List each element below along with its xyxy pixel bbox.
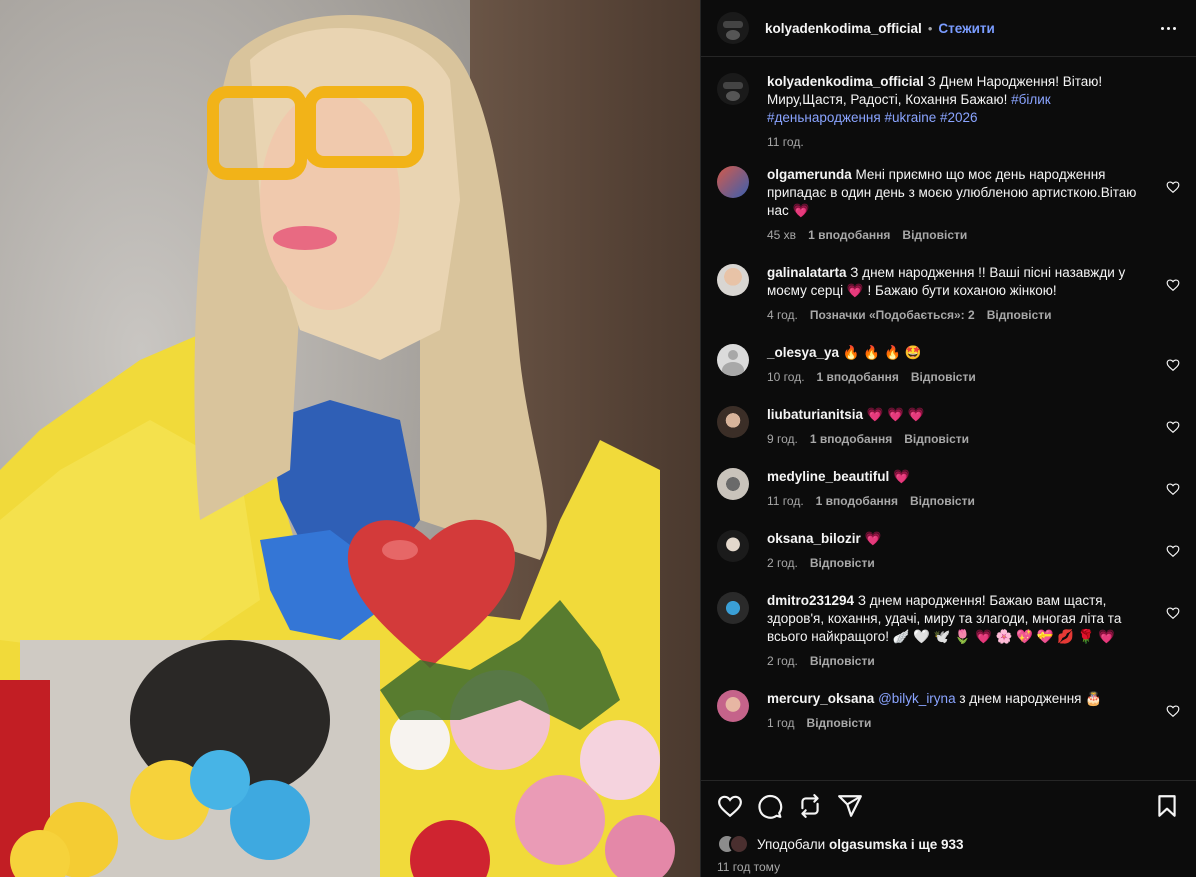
bookmark-icon[interactable]	[1154, 793, 1180, 819]
comment-likes[interactable]: 1 вподобання	[816, 494, 898, 508]
comments-list[interactable]: kolyadenkodima_official З Днем Народженн…	[701, 57, 1196, 780]
comment-item: olgamerunda Мені приємно що моє день нар…	[717, 166, 1180, 242]
comment-item: liubaturianitsia 💗 💗 💗 9 год. 1 вподобан…	[717, 406, 1180, 446]
comment-time: 2 год.	[767, 654, 798, 668]
repost-icon[interactable]	[797, 793, 823, 819]
caption-meta: 11 год.	[767, 135, 1120, 149]
send-icon[interactable]	[837, 793, 863, 819]
comment-time: 2 год.	[767, 556, 798, 570]
comment-like-icon[interactable]	[1166, 420, 1180, 434]
comment-mention[interactable]: @bilyk_iryna	[878, 691, 955, 706]
comment-emoji: 💗	[864, 531, 882, 546]
comment-username[interactable]: oksana_bilozir	[767, 531, 861, 546]
comment-likes[interactable]: 1 вподобання	[810, 432, 892, 446]
reply-button[interactable]: Відповісти	[904, 432, 969, 446]
comment-like-icon[interactable]	[1166, 704, 1180, 718]
post-viewer: kolyadenkodima_official • Стежити kolyad…	[0, 0, 1196, 877]
heart-icon[interactable]	[717, 793, 743, 819]
comment-time: 10 год.	[767, 370, 805, 384]
commenter-avatar[interactable]	[717, 468, 749, 500]
comment-icon[interactable]	[757, 793, 783, 819]
photo-illustration	[0, 15, 675, 877]
comment-like-icon[interactable]	[1166, 358, 1180, 372]
caption-text: kolyadenkodima_official З Днем Народженн…	[767, 73, 1120, 127]
comment-text-after: ! Бажаю бути коханою жінкою!	[867, 283, 1057, 298]
likes-summary[interactable]: Уподобали olgasumska і ще 933	[717, 834, 1180, 854]
comment-time: 9 год.	[767, 432, 798, 446]
comment-emoji: 🎂	[1085, 691, 1103, 706]
reply-button[interactable]: Відповісти	[807, 716, 872, 730]
comment-username[interactable]: mercury_oksana	[767, 691, 874, 706]
reply-button[interactable]: Відповісти	[810, 556, 875, 570]
comment-likes[interactable]: 1 вподобання	[808, 228, 890, 242]
comment-likes[interactable]: Позначки «Подобається»: 2	[810, 308, 975, 322]
reply-button[interactable]: Відповісти	[911, 370, 976, 384]
comment-username[interactable]: galinalatarta	[767, 265, 847, 280]
reply-button[interactable]: Відповісти	[987, 308, 1052, 322]
comment-emoji: 💗	[846, 283, 864, 298]
comment-emoji: 💗	[792, 203, 810, 218]
commenter-avatar[interactable]	[717, 530, 749, 562]
comment-username[interactable]: liubaturianitsia	[767, 407, 863, 422]
comment-emoji: 💗 💗 💗	[866, 407, 925, 422]
commenter-avatar[interactable]	[717, 264, 749, 296]
likes-count[interactable]: і ще 933	[911, 837, 964, 852]
post-photo[interactable]	[0, 0, 700, 877]
liker-username[interactable]: olgasumska	[829, 837, 907, 852]
reply-button[interactable]: Відповісти	[902, 228, 967, 242]
comment-time: 4 год.	[767, 308, 798, 322]
author-avatar[interactable]	[717, 12, 749, 44]
reply-button[interactable]: Відповісти	[910, 494, 975, 508]
comment-item: mercury_oksana @bilyk_iryna з днем народ…	[717, 690, 1180, 730]
comment-like-icon[interactable]	[1166, 482, 1180, 496]
post-time: 11 год тому	[717, 860, 781, 874]
comment-text: з днем народження	[959, 691, 1082, 706]
reply-button[interactable]: Відповісти	[810, 654, 875, 668]
comment-emoji: 💗	[893, 469, 910, 484]
post-panel: kolyadenkodima_official • Стежити kolyad…	[700, 0, 1196, 877]
more-icon[interactable]	[1156, 16, 1180, 40]
comment-likes[interactable]: 1 вподобання	[817, 370, 899, 384]
action-bar	[717, 793, 1180, 819]
comment-time: 1 год	[767, 716, 795, 730]
commenter-avatar[interactable]	[717, 592, 749, 624]
separator-dot: •	[927, 20, 933, 36]
comment-like-icon[interactable]	[1166, 606, 1180, 620]
comment-like-icon[interactable]	[1166, 278, 1180, 292]
comment-emoji: 🪽 🤍 🕊️ 🌷 💗 🌸 💖 💝 💋 🌹 💗	[892, 629, 1116, 644]
comment-item: dmitro231294 З днем народження! Бажаю ва…	[717, 592, 1180, 668]
comment-username[interactable]: dmitro231294	[767, 593, 854, 608]
comment-item: medyline_beautiful 💗 11 год. 1 вподобанн…	[717, 468, 1180, 508]
follow-button[interactable]: Стежити	[938, 21, 994, 36]
post-header: kolyadenkodima_official • Стежити	[701, 0, 1196, 57]
default-avatar-icon[interactable]	[717, 344, 749, 376]
comment-username[interactable]: _olesya_ya	[767, 345, 839, 360]
comment-like-icon[interactable]	[1166, 544, 1180, 558]
likes-prefix: Уподобали	[757, 836, 826, 852]
comment-item: galinalatarta З днем народження !! Ваші …	[717, 264, 1180, 322]
caption-username[interactable]: kolyadenkodima_official	[767, 74, 924, 89]
comment-item: oksana_bilozir 💗 2 год. Відповісти	[717, 530, 1180, 570]
commenter-avatar[interactable]	[717, 166, 749, 198]
post-footer: Уподобали olgasumska і ще 933 11 год том…	[701, 780, 1196, 877]
commenter-avatar[interactable]	[717, 690, 749, 722]
comment-time: 45 хв	[767, 228, 797, 242]
author-avatar[interactable]	[717, 73, 749, 105]
author-username[interactable]: kolyadenkodima_official	[765, 21, 922, 36]
comment-like-icon[interactable]	[1166, 180, 1180, 194]
caption: kolyadenkodima_official З Днем Народженн…	[717, 73, 1180, 149]
comment-emoji: 🔥 🔥 🔥 🤩	[842, 345, 922, 360]
comment-username[interactable]: medyline_beautiful	[767, 469, 889, 484]
comment-item: _olesya_ya 🔥 🔥 🔥 🤩 10 год. 1 вподобання …	[717, 344, 1180, 384]
comment-time: 11 год.	[767, 494, 804, 508]
comment-username[interactable]: olgamerunda	[767, 167, 852, 182]
commenter-avatar[interactable]	[717, 406, 749, 438]
caption-time: 11 год.	[767, 135, 804, 149]
liker-avatars	[717, 834, 751, 854]
